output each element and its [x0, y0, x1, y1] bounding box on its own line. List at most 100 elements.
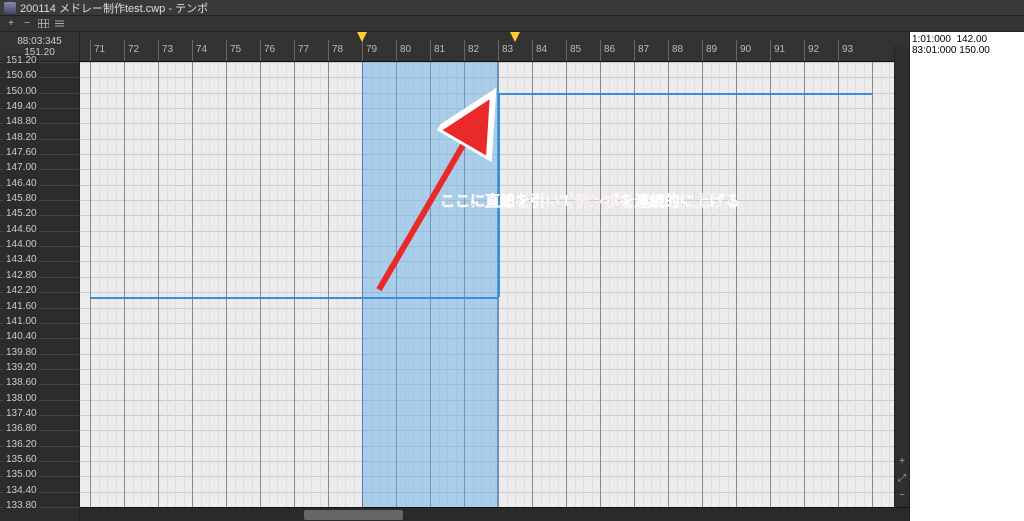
grid-barline: [872, 62, 873, 521]
zoom-in-button[interactable]: +: [4, 18, 18, 30]
tempo-axis-tick: 135.60: [0, 461, 79, 462]
tempo-segment[interactable]: [498, 93, 872, 95]
grid-beatline: [277, 62, 278, 521]
grid-barline: [90, 62, 91, 521]
grid-beatline: [609, 62, 610, 521]
tempo-axis-tick: 146.40: [0, 185, 79, 186]
grid-beatline: [787, 62, 788, 521]
ruler-bar-label: 71: [92, 44, 105, 55]
grid-beatline: [320, 62, 321, 521]
tempo-axis-tick: 133.80: [0, 507, 79, 508]
grid-beatline: [617, 62, 618, 521]
grid-barline: [328, 62, 329, 521]
timeline-ruler[interactable]: 7172737475767778798081828384858687888990…: [80, 32, 909, 62]
tempo-axis-tick: 144.00: [0, 246, 79, 247]
grid-barline: [226, 62, 227, 521]
grid-barline: [736, 62, 737, 521]
ruler-tick: [736, 40, 737, 61]
grid-beatline: [796, 62, 797, 521]
tempo-axis-label: 148.20: [4, 132, 39, 143]
tempo-axis-label: 138.00: [4, 393, 39, 404]
grid-beatline: [830, 62, 831, 521]
tempo-axis-label: 135.60: [4, 454, 39, 465]
grid-beatline: [711, 62, 712, 521]
timeline-marker[interactable]: [510, 32, 520, 42]
ruler-tick: [90, 40, 91, 61]
tempo-axis-tick: 138.00: [0, 400, 79, 401]
tempo-axis-label: 140.40: [4, 331, 39, 342]
ruler-bar-label: 84: [534, 44, 547, 55]
tempo-axis-tick: 150.60: [0, 77, 79, 78]
grid-beatline: [141, 62, 142, 521]
event-list-item[interactable]: 1:01:000 142.00: [912, 34, 1022, 45]
tempo-axis-label: 146.40: [4, 178, 39, 189]
ruler-tick: [294, 40, 295, 61]
grid-beatline: [201, 62, 202, 521]
tempo-segment[interactable]: [90, 297, 498, 299]
grid-beatline: [728, 62, 729, 521]
tempo-axis-tick: 151.20: [0, 62, 79, 63]
tempo-axis-label: 150.00: [4, 86, 39, 97]
ruler-bar-label: 80: [398, 44, 411, 55]
grid-beatline: [685, 62, 686, 521]
tempo-axis-tick: 144.60: [0, 231, 79, 232]
scrollbar-thumb[interactable]: [304, 510, 403, 520]
grid-beatline: [184, 62, 185, 521]
grid-beatline: [575, 62, 576, 521]
ruler-bar-label: 86: [602, 44, 615, 55]
grid-beatline: [133, 62, 134, 521]
title-bar: 200114 メドレー制作test.cwp - テンポ: [0, 0, 1024, 16]
grid-beatline: [779, 62, 780, 521]
tempo-axis-label: 133.80: [4, 500, 39, 511]
grid-barline: [124, 62, 125, 521]
tempo-axis-tick: 142.20: [0, 292, 79, 293]
grid-beatline: [626, 62, 627, 521]
tempo-axis-label: 135.00: [4, 469, 39, 480]
grid-barline: [158, 62, 159, 521]
ruler-tick: [566, 40, 567, 61]
ruler-bar-label: 85: [568, 44, 581, 55]
grid-beatline: [107, 62, 108, 521]
tempo-grid[interactable]: 150 142 ここに直線を引いてテンポを連続的に上げる: [80, 62, 909, 521]
vertical-toolstrip: + ⤢ −: [894, 46, 909, 507]
grid-beatline: [821, 62, 822, 521]
grid-beatline: [677, 62, 678, 521]
tempo-axis-tick: 150.00: [0, 93, 79, 94]
grid-toggle-button[interactable]: [36, 18, 50, 30]
grid-beatline: [311, 62, 312, 521]
tempo-axis-label: 134.40: [4, 485, 39, 496]
tempo-axis-label: 141.60: [4, 301, 39, 312]
tempo-axis-tick: 140.40: [0, 338, 79, 339]
ruler-tick: [430, 40, 431, 61]
tempo-axis-tick: 136.80: [0, 430, 79, 431]
grid-beatline: [337, 62, 338, 521]
grid-beatline: [218, 62, 219, 521]
zoom-fit-button[interactable]: ⤢: [897, 473, 908, 484]
grid-beatline: [116, 62, 117, 521]
zoom-in-v-button[interactable]: +: [897, 456, 908, 467]
timeline-marker[interactable]: [357, 32, 367, 42]
grid-wrap: 7172737475767778798081828384858687888990…: [80, 32, 909, 521]
zoom-out-v-button[interactable]: −: [897, 490, 908, 501]
view-mode-button[interactable]: [52, 18, 66, 30]
grid-beatline: [847, 62, 848, 521]
event-list-item[interactable]: 83:01:000 150.00: [912, 45, 1022, 56]
horizontal-scrollbar[interactable]: [80, 507, 909, 521]
grid-beatline: [235, 62, 236, 521]
ruler-bar-label: 77: [296, 44, 309, 55]
selection-region[interactable]: [362, 62, 498, 521]
tempo-axis-label: 145.20: [4, 208, 39, 219]
zoom-out-button[interactable]: −: [20, 18, 34, 30]
grid-beatline: [252, 62, 253, 521]
grid-barline: [532, 62, 533, 521]
toolbar: + −: [0, 16, 1024, 32]
tempo-axis-label: 149.40: [4, 101, 39, 112]
grid-beatline: [303, 62, 304, 521]
grid-barline: [668, 62, 669, 521]
grid-barline: [260, 62, 261, 521]
ruler-tick: [396, 40, 397, 61]
ruler-bar-label: 76: [262, 44, 275, 55]
grid-beatline: [99, 62, 100, 521]
tempo-axis-tick: 143.40: [0, 261, 79, 262]
ruler-bar-label: 93: [840, 44, 853, 55]
